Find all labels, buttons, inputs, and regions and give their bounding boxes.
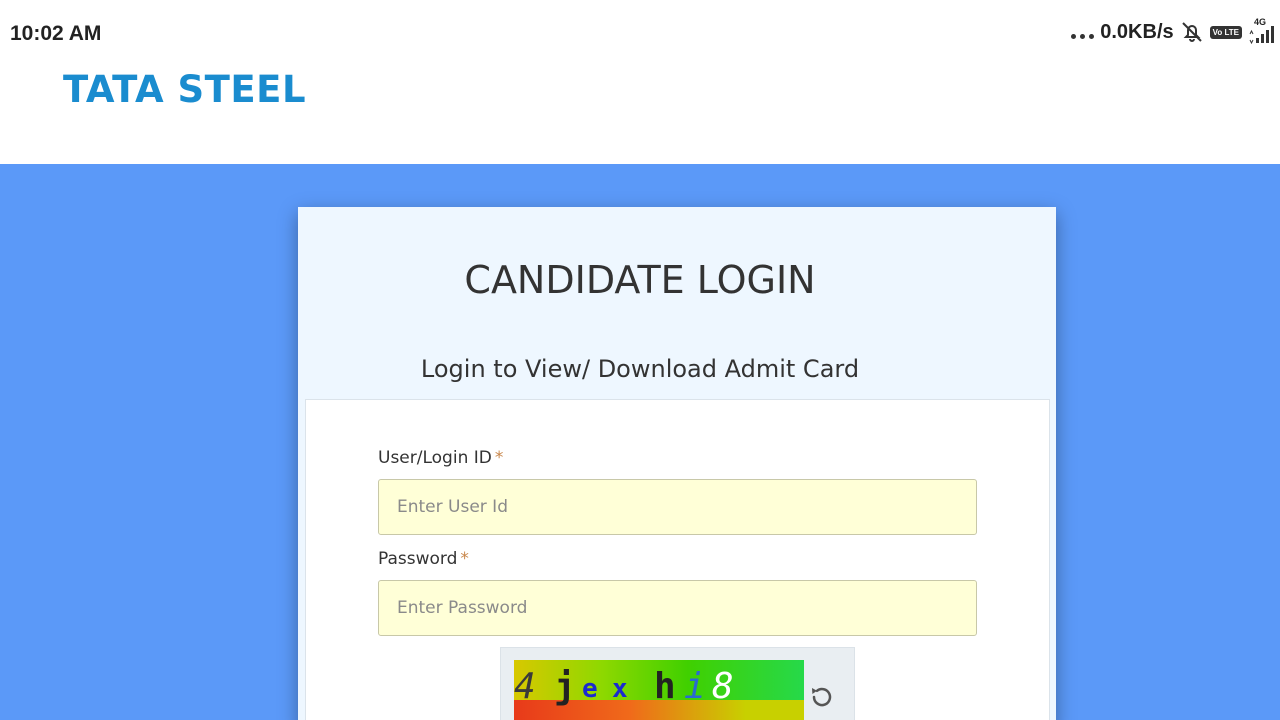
captcha-char: 4 bbox=[514, 666, 536, 707]
captcha-char: j bbox=[554, 666, 576, 707]
status-bar: 10:02 AM 0.0KB/s Vo LTE 4G bbox=[0, 0, 1280, 66]
network-type: 4G bbox=[1253, 17, 1266, 27]
captcha-char: i bbox=[684, 666, 706, 707]
user-id-input[interactable] bbox=[378, 479, 977, 535]
password-label-text: Password bbox=[378, 549, 458, 569]
page-subtitle: Login to View/ Download Admit Card bbox=[420, 355, 860, 383]
captcha-image: 4jexhi8 bbox=[514, 660, 804, 720]
password-input[interactable] bbox=[378, 580, 977, 636]
captcha-char: e bbox=[582, 674, 598, 704]
user-id-label: User/Login ID * bbox=[378, 448, 503, 468]
required-marker: * bbox=[460, 549, 469, 569]
bell-muted-icon bbox=[1181, 22, 1202, 42]
more-dots-icon bbox=[1071, 33, 1095, 39]
captcha-char: 8 bbox=[712, 666, 734, 707]
user-id-label-text: User/Login ID bbox=[378, 448, 492, 468]
volte-icon: Vo LTE bbox=[1209, 25, 1242, 39]
captcha-char: h bbox=[654, 666, 676, 707]
password-label: Password * bbox=[378, 549, 469, 569]
network-speed: 0.0KB/s bbox=[1100, 20, 1174, 43]
captcha-char: x bbox=[612, 674, 628, 704]
required-marker: * bbox=[494, 448, 504, 468]
page-title: CANDIDATE LOGIN bbox=[464, 258, 816, 302]
status-icons: 0.0KB/s Vo LTE 4G bbox=[1071, 17, 1276, 45]
signal-icon: 4G bbox=[1248, 17, 1276, 45]
status-time: 10:02 AM bbox=[10, 22, 102, 45]
tata-steel-logo: TATA STEEL bbox=[63, 68, 307, 111]
refresh-icon[interactable] bbox=[806, 682, 836, 712]
